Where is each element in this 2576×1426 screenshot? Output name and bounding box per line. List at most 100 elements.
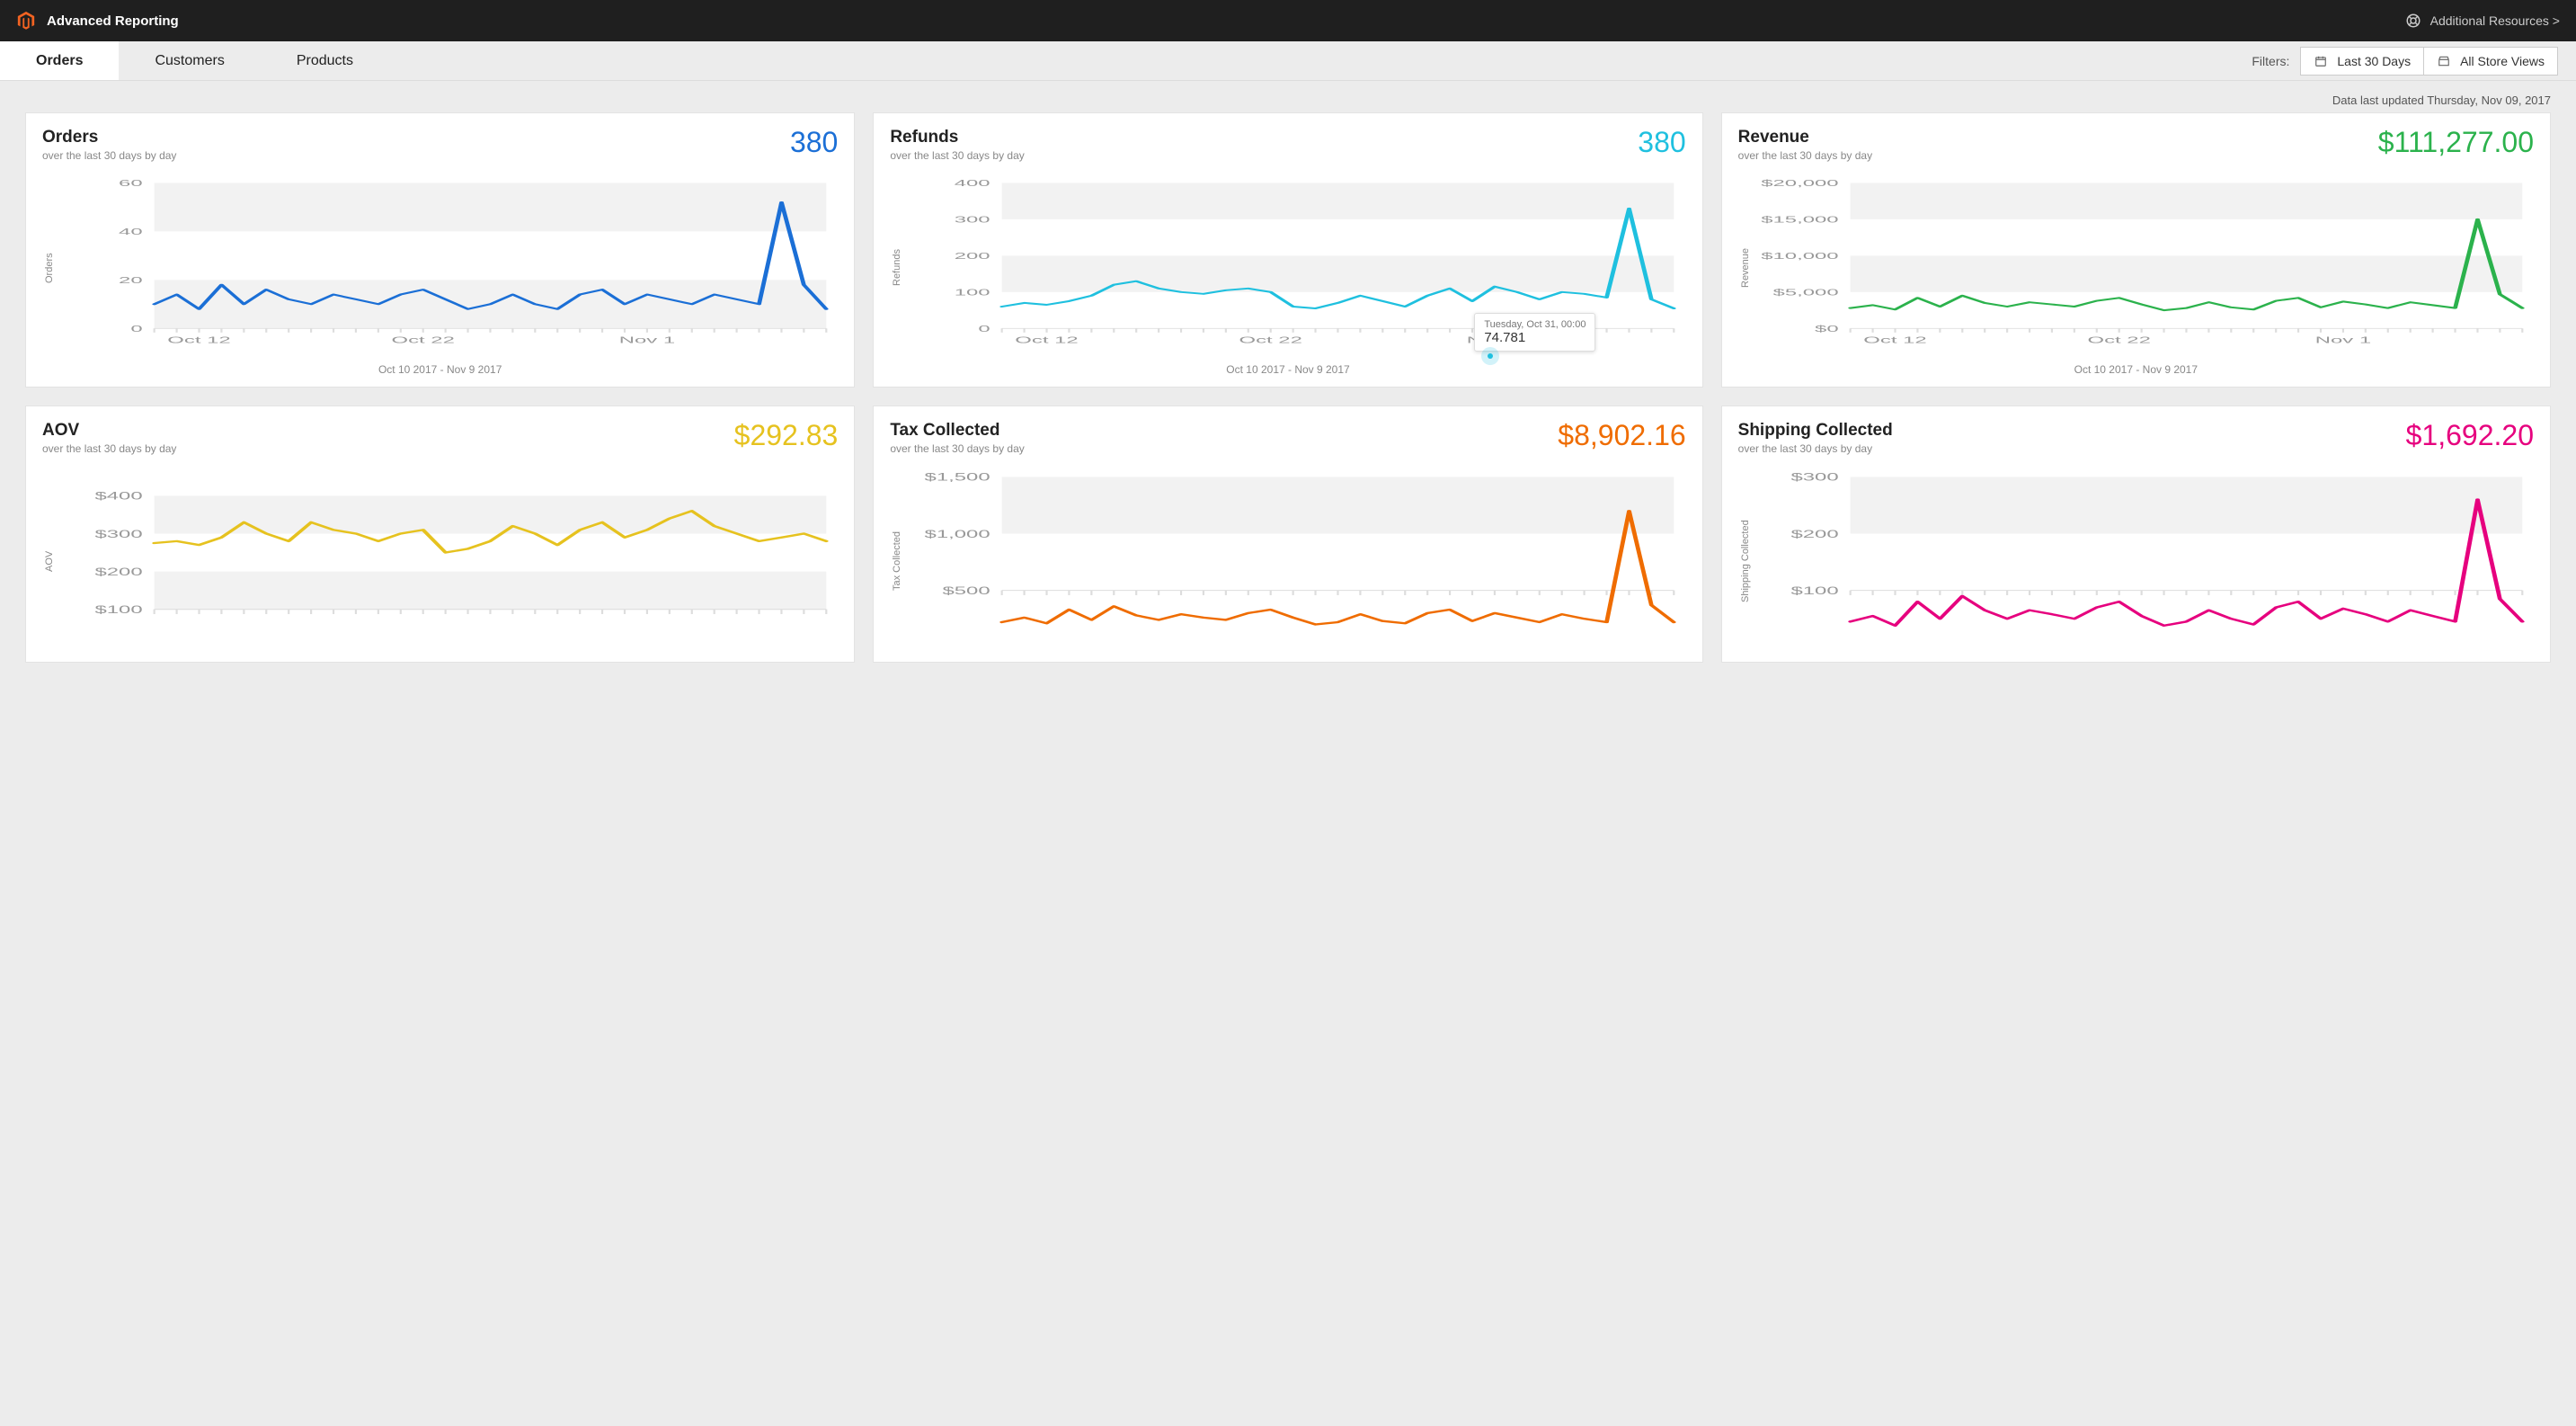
svg-text:$300: $300 <box>94 528 142 539</box>
chart-wrap: AOV $100$200$300$400 <box>42 471 838 651</box>
card-value: 380 <box>790 128 838 156</box>
card-subtitle: over the last 30 days by day <box>890 149 1024 162</box>
svg-text:Oct 22: Oct 22 <box>392 334 455 344</box>
chart-date-range: Oct 10 2017 - Nov 9 2017 <box>42 363 838 376</box>
cards-grid: Orders over the last 30 days by day 380 … <box>0 112 2576 688</box>
svg-text:$100: $100 <box>94 603 142 615</box>
y-axis-label: AOV <box>42 471 57 651</box>
additional-resources-link[interactable]: Additional Resources > <box>2405 13 2560 29</box>
y-axis-label: Orders <box>42 178 57 358</box>
y-axis-label: Refunds <box>890 178 904 358</box>
card-value: $8,902.16 <box>1558 421 1685 450</box>
card-header: Orders over the last 30 days by day 380 <box>42 128 838 162</box>
chart-inner[interactable]: 0100200300400Oct 12Oct 22Nov 1 Tuesday, … <box>904 178 1685 358</box>
svg-text:60: 60 <box>119 178 143 188</box>
chart-svg: $100$200$300$400 <box>57 471 838 651</box>
tab-orders[interactable]: Orders <box>0 41 119 80</box>
topbar-left: Advanced Reporting <box>16 11 179 31</box>
additional-resources-label: Additional Resources > <box>2430 13 2560 28</box>
chart-wrap: Tax Collected $500 $1,000 $1,500 <box>890 471 1685 651</box>
card-value: $292.83 <box>734 421 839 450</box>
svg-text:40: 40 <box>119 227 143 236</box>
filter-store-view-button[interactable]: All Store Views <box>2424 47 2558 76</box>
svg-text:400: 400 <box>955 178 990 188</box>
card-header: AOV over the last 30 days by day $292.83 <box>42 421 838 455</box>
svg-text:Oct 22: Oct 22 <box>1239 334 1302 344</box>
svg-text:200: 200 <box>955 251 990 261</box>
card-title: AOV <box>42 421 176 441</box>
card-subtitle: over the last 30 days by day <box>42 149 176 162</box>
app-title: Advanced Reporting <box>47 13 179 29</box>
filter-group: Last 30 Days All Store Views <box>2300 47 2558 76</box>
svg-text:$0: $0 <box>1815 324 1839 334</box>
chart-wrap: Orders 0 20 40 60 Oct 12 Oct 22 Nov 1 <box>42 178 838 358</box>
chart-svg: 0100200300400Oct 12Oct 22Nov 1 <box>904 178 1685 358</box>
filters: Filters: Last 30 Days All Store Views <box>2252 47 2576 76</box>
svg-text:Oct 12: Oct 12 <box>1016 334 1079 344</box>
svg-text:$400: $400 <box>94 490 142 502</box>
chart-svg: $500 $1,000 $1,500 <box>904 471 1685 651</box>
chart-svg: 0 20 40 60 Oct 12 Oct 22 Nov 1 <box>57 178 838 358</box>
svg-text:Nov 1: Nov 1 <box>2314 334 2370 344</box>
chart-svg: $100 $200 $300 <box>1753 471 2534 651</box>
card-orders: Orders over the last 30 days by day 380 … <box>25 112 855 388</box>
chart-inner[interactable]: $0$5,000$10,000$15,000$20,000Oct 12Oct 2… <box>1753 178 2534 358</box>
chart-inner[interactable]: 0 20 40 60 Oct 12 Oct 22 Nov 1 <box>57 178 838 358</box>
card-shipping: Shipping Collected over the last 30 days… <box>1721 406 2551 663</box>
card-title: Shipping Collected <box>1738 421 1893 441</box>
storefront-icon <box>2437 54 2451 68</box>
lifebuoy-icon <box>2405 13 2421 29</box>
svg-text:$300: $300 <box>1790 471 1838 483</box>
chart-inner[interactable]: $100 $200 $300 <box>1753 471 2534 651</box>
data-last-updated: Data last updated Thursday, Nov 09, 2017 <box>0 81 2576 112</box>
svg-text:$200: $200 <box>1790 528 1838 539</box>
top-bar: Advanced Reporting Additional Resources … <box>0 0 2576 41</box>
card-subtitle: over the last 30 days by day <box>890 442 1024 455</box>
chart-date-range: Oct 10 2017 - Nov 9 2017 <box>890 363 1685 376</box>
chart-inner[interactable]: $100$200$300$400 <box>57 471 838 651</box>
card-title: Orders <box>42 128 176 147</box>
svg-text:0: 0 <box>130 324 142 334</box>
card-title: Refunds <box>890 128 1024 147</box>
chart-wrap: Refunds 0100200300400Oct 12Oct 22Nov 1 T… <box>890 178 1685 358</box>
tab-customers[interactable]: Customers <box>119 41 260 80</box>
card-value: 380 <box>1638 128 1685 156</box>
magento-logo-icon <box>16 11 36 31</box>
svg-text:0: 0 <box>979 324 990 334</box>
y-axis-label: Tax Collected <box>890 471 904 651</box>
chart-wrap: Revenue $0$5,000$10,000$15,000$20,000Oct… <box>1738 178 2534 358</box>
svg-text:Oct 12: Oct 12 <box>1863 334 1926 344</box>
card-value: $111,277.00 <box>2378 128 2534 156</box>
svg-text:20: 20 <box>119 275 143 285</box>
card-subtitle: over the last 30 days by day <box>42 442 176 455</box>
card-tax: Tax Collected over the last 30 days by d… <box>873 406 1702 663</box>
svg-text:Oct 12: Oct 12 <box>167 334 230 344</box>
filter-date-range-label: Last 30 Days <box>2337 54 2411 68</box>
card-header: Refunds over the last 30 days by day 380 <box>890 128 1685 162</box>
svg-text:$1,000: $1,000 <box>925 528 990 539</box>
card-header: Revenue over the last 30 days by day $11… <box>1738 128 2534 162</box>
filter-store-view-label: All Store Views <box>2460 54 2545 68</box>
svg-text:$15,000: $15,000 <box>1761 214 1838 224</box>
y-axis-label: Shipping Collected <box>1738 471 1753 651</box>
card-refunds: Refunds over the last 30 days by day 380… <box>873 112 1702 388</box>
filter-date-range-button[interactable]: Last 30 Days <box>2300 47 2424 76</box>
chart-inner[interactable]: $500 $1,000 $1,500 <box>904 471 1685 651</box>
svg-text:$1,500: $1,500 <box>925 471 990 483</box>
y-axis-label: Revenue <box>1738 178 1753 358</box>
card-title: Tax Collected <box>890 421 1024 441</box>
tab-bar: OrdersCustomersProducts Filters: Last 30… <box>0 41 2576 81</box>
svg-text:Nov 1: Nov 1 <box>619 334 675 344</box>
svg-text:300: 300 <box>955 214 990 224</box>
filters-label: Filters: <box>2252 54 2289 68</box>
calendar-icon <box>2314 54 2328 68</box>
tabs: OrdersCustomersProducts <box>0 41 389 80</box>
tab-products[interactable]: Products <box>261 41 389 80</box>
svg-text:$100: $100 <box>1790 584 1838 596</box>
card-subtitle: over the last 30 days by day <box>1738 149 1872 162</box>
card-value: $1,692.20 <box>2406 421 2534 450</box>
card-revenue: Revenue over the last 30 days by day $11… <box>1721 112 2551 388</box>
svg-text:$500: $500 <box>943 584 990 596</box>
svg-text:100: 100 <box>955 287 990 297</box>
card-aov: AOV over the last 30 days by day $292.83… <box>25 406 855 663</box>
